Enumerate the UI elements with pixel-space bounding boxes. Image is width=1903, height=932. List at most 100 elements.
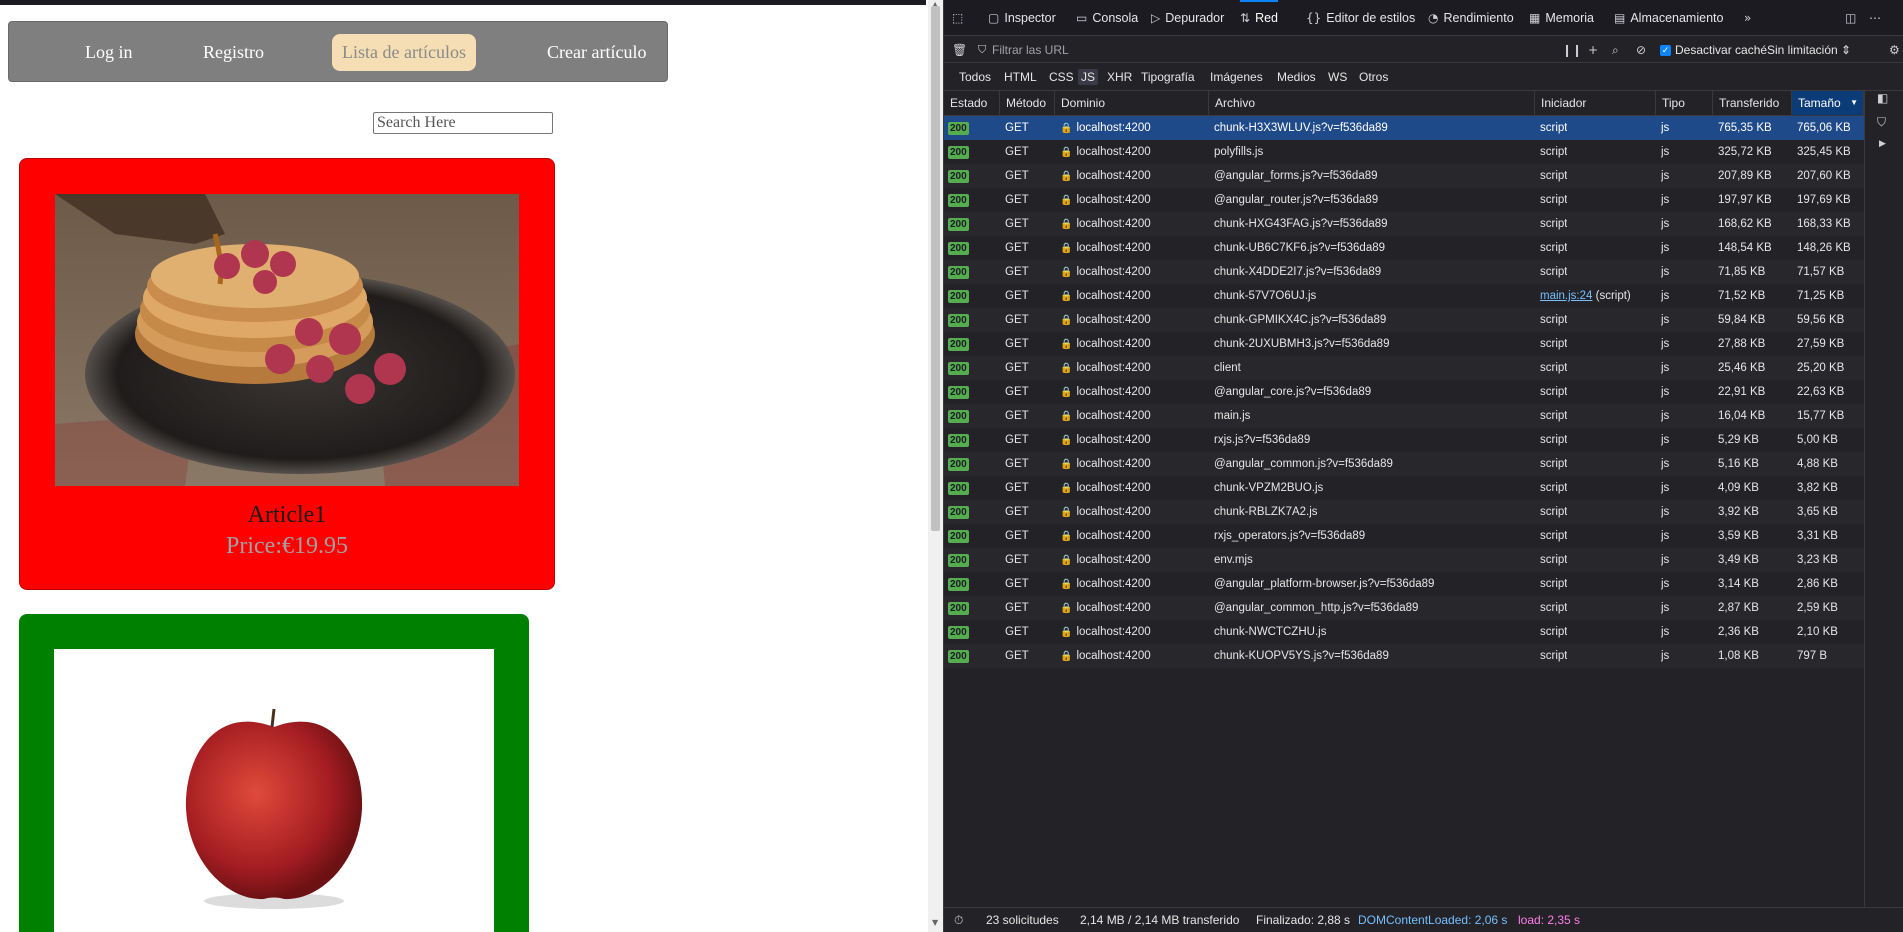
search-icon[interactable]: ⌕ — [1612, 37, 1619, 63]
filter-js[interactable]: JS — [1078, 69, 1099, 85]
scrollbar-thumb[interactable] — [931, 6, 940, 531]
tab-network[interactable]: ⇅ Red — [1240, 0, 1278, 38]
request-row[interactable]: 200 GET 🔒 localhost:4200 chunk-VPZM2BUO.js sc… — [944, 476, 1864, 500]
dock-icon[interactable]: ◫ — [1845, 0, 1861, 36]
expand-icon[interactable]: ▶ — [1879, 139, 1886, 149]
pause-icon[interactable]: ❙❙ — [1562, 37, 1582, 63]
file-cell: chunk-57V7O6UJ.js — [1214, 290, 1317, 302]
request-row[interactable]: 200 GET 🔒 localhost:4200 chunk-KUOPV5YS.js?v… — [944, 644, 1864, 668]
element-picker-icon[interactable]: ⬚ — [952, 0, 968, 36]
filter-all[interactable]: Todos — [956, 69, 994, 85]
status-badge: 200 — [948, 386, 969, 399]
filter-fonts[interactable]: Tipografía — [1138, 69, 1198, 85]
nav-article-list[interactable]: Lista de artículos — [332, 34, 476, 71]
filter-xhr[interactable]: XHR — [1104, 69, 1135, 85]
tab-memory[interactable]: ▦ Memoria — [1529, 0, 1594, 36]
disable-cache-checkbox[interactable]: ✓ Desactivar caché — [1660, 37, 1767, 63]
col-type[interactable]: Tipo — [1656, 91, 1713, 115]
request-row[interactable]: 200 GET 🔒 localhost:4200 @angular_router.js?… — [944, 188, 1864, 212]
type-cell: js — [1661, 554, 1670, 566]
style-editor-icon: {} — [1306, 11, 1322, 25]
filter-url-input[interactable]: Filtrar las URL — [992, 37, 1069, 63]
add-icon[interactable]: + — [1588, 37, 1598, 63]
request-row[interactable]: 200 GET 🔒 localhost:4200 rxjs.js?v=f536da89 s… — [944, 428, 1864, 452]
initiator-link[interactable]: main.js:24 — [1540, 290, 1592, 302]
request-row[interactable]: 200 GET 🔒 localhost:4200 chunk-2UXUBMH3.js?v… — [944, 332, 1864, 356]
request-row[interactable]: 200 GET 🔒 localhost:4200 @angular_core.js?v=… — [944, 380, 1864, 404]
nav-create-article[interactable]: Crear artículo — [537, 34, 656, 71]
initiator-cell: script — [1540, 578, 1568, 590]
col-initiator[interactable]: Iniciador — [1535, 91, 1656, 115]
initiator-cell: main.js:24 (script) — [1540, 284, 1631, 308]
status-cell: 200 — [948, 284, 969, 308]
filter-icon[interactable]: ⛉ — [1877, 115, 1886, 130]
request-row[interactable]: 200 GET 🔒 localhost:4200 client script js 25,46… — [944, 356, 1864, 380]
request-row[interactable]: 200 GET 🔒 localhost:4200 chunk-UB6C7KF6.js?v… — [944, 236, 1864, 260]
request-row[interactable]: 200 GET 🔒 localhost:4200 polyfills.js script j… — [944, 140, 1864, 164]
tab-console[interactable]: ▭ Consola — [1076, 0, 1138, 36]
status-cell: 200 — [948, 548, 969, 572]
search-input[interactable] — [373, 112, 553, 134]
request-row[interactable]: 200 GET 🔒 localhost:4200 chunk-57V7O6UJ.js ma… — [944, 284, 1864, 308]
nav-register[interactable]: Registro — [193, 34, 274, 71]
scroll-down-icon[interactable]: ▼ — [932, 918, 938, 927]
filter-images[interactable]: Imágenes — [1207, 69, 1266, 85]
request-row[interactable]: 200 GET 🔒 localhost:4200 @angular_platform-b… — [944, 572, 1864, 596]
domain-text: localhost:4200 — [1076, 194, 1151, 206]
article-card[interactable] — [19, 614, 529, 932]
domain-cell: 🔒 localhost:4200 — [1060, 380, 1151, 405]
request-row[interactable]: 200 GET 🔒 localhost:4200 chunk-GPMIKX4C.js?v… — [944, 308, 1864, 332]
size-cell: 71,25 KB — [1797, 290, 1845, 302]
article-card[interactable]: Article1 Price:€19.95 — [19, 158, 555, 590]
filter-media[interactable]: Medios — [1274, 69, 1319, 85]
request-row[interactable]: 200 GET 🔒 localhost:4200 chunk-HXG43FAG.js?v… — [944, 212, 1864, 236]
request-row[interactable]: 200 GET 🔒 localhost:4200 chunk-X4DDE2I7.js?v… — [944, 260, 1864, 284]
col-file[interactable]: Archivo — [1209, 91, 1535, 115]
nav-login[interactable]: Log in — [75, 34, 143, 71]
col-status[interactable]: Estado — [944, 91, 1000, 115]
size-cell: 168,33 KB — [1797, 218, 1851, 230]
request-row[interactable]: 200 GET 🔒 localhost:4200 env.mjs script js 3,49… — [944, 548, 1864, 572]
tab-inspector[interactable]: ▢ Inspector — [988, 0, 1056, 36]
block-icon[interactable]: ⊘ — [1636, 37, 1646, 63]
tab-style-editor[interactable]: {} Editor de estilos — [1306, 0, 1415, 36]
checkbox-checked-icon: ✓ — [1660, 45, 1671, 57]
request-row[interactable]: 200 GET 🔒 localhost:4200 chunk-H3X3WLUV.js?v… — [944, 116, 1864, 140]
tab-debugger[interactable]: ▷ Depurador — [1151, 0, 1224, 36]
file-cell: @angular_core.js?v=f536da89 — [1214, 386, 1372, 398]
filter-css[interactable]: CSS — [1046, 69, 1077, 85]
request-row[interactable]: 200 GET 🔒 localhost:4200 @angular_common_htt… — [944, 596, 1864, 620]
throttle-select[interactable]: Sin limitación ⇕ — [1767, 37, 1851, 63]
more-tabs-icon[interactable]: » — [1744, 0, 1756, 36]
trash-icon[interactable]: 🗑 — [952, 37, 967, 63]
request-row[interactable]: 200 GET 🔒 localhost:4200 main.js script js 16,0… — [944, 404, 1864, 428]
apple-image — [54, 649, 494, 932]
request-row[interactable]: 200 GET 🔒 localhost:4200 rxjs_operators.js?v… — [944, 524, 1864, 548]
request-row[interactable]: 200 GET 🔒 localhost:4200 chunk-RBLZK7A2.js sc… — [944, 500, 1864, 524]
request-list: 200 GET 🔒 localhost:4200 chunk-H3X3WLUV.js?v… — [944, 116, 1864, 668]
file-cell: chunk-X4DDE2I7.js?v=f536da89 — [1214, 266, 1382, 278]
col-transferred[interactable]: Transferido — [1713, 91, 1792, 115]
status-cell: 200 — [948, 140, 969, 164]
col-method[interactable]: Método — [1000, 91, 1055, 115]
filter-html[interactable]: HTML — [1001, 69, 1040, 85]
filter-other[interactable]: Otros — [1356, 69, 1391, 85]
domain-cell: 🔒 localhost:4200 — [1060, 404, 1151, 429]
request-row[interactable]: 200 GET 🔒 localhost:4200 @angular_forms.js?v… — [944, 164, 1864, 188]
tab-performance[interactable]: ◔ Rendimiento — [1428, 0, 1514, 36]
panel-toggle-icon[interactable]: ◧ — [1877, 91, 1888, 105]
col-domain[interactable]: Dominio — [1055, 91, 1209, 115]
memory-icon: ▦ — [1529, 11, 1541, 25]
col-size[interactable]: Tamaño ▼ — [1792, 91, 1864, 115]
size-cell: 25,20 KB — [1797, 362, 1845, 374]
settings-icon[interactable]: ⚙ — [1889, 37, 1900, 63]
request-row[interactable]: 200 GET 🔒 localhost:4200 chunk-NWCTCZHU.js sc… — [944, 620, 1864, 644]
type-cell: js — [1661, 170, 1670, 182]
request-row[interactable]: 200 GET 🔒 localhost:4200 @angular_common.js?… — [944, 452, 1864, 476]
menu-icon[interactable]: ⋯ — [1869, 0, 1886, 36]
page-scrollbar[interactable]: ▲ ▼ — [928, 0, 943, 932]
domain-text: localhost:4200 — [1076, 434, 1151, 446]
tab-storage[interactable]: ▤ Almacenamiento — [1614, 0, 1723, 36]
status-cell: 200 — [948, 500, 969, 524]
filter-ws[interactable]: WS — [1325, 69, 1350, 85]
